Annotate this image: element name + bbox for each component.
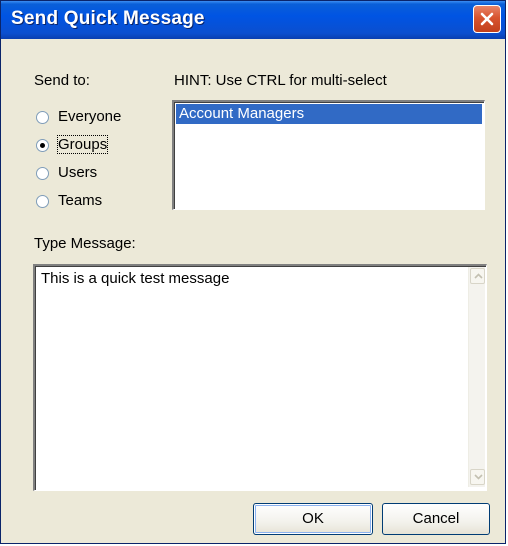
scroll-down-button[interactable] [470, 469, 485, 485]
hint-label: HINT: Use CTRL for multi-select [174, 72, 387, 89]
title-bar[interactable]: Send Quick Message [1, 1, 505, 39]
cancel-button[interactable]: Cancel [382, 503, 490, 535]
radio-label-users[interactable]: Users [58, 164, 97, 181]
radio-label-teams[interactable]: Teams [58, 192, 102, 209]
ok-button[interactable]: OK [253, 503, 373, 535]
recipient-listbox[interactable]: Account Managers [172, 100, 485, 210]
radio-everyone[interactable] [36, 111, 49, 124]
radio-selected-dot [40, 143, 45, 148]
radio-label-groups[interactable]: Groups [56, 135, 109, 154]
radio-users[interactable] [36, 167, 49, 180]
message-textarea[interactable]: This is a quick test message [33, 264, 487, 491]
window-title: Send Quick Message [11, 8, 205, 29]
message-scrollbar[interactable] [468, 267, 485, 487]
send-quick-message-dialog: Send Quick Message Send to: HINT: Use CT… [0, 0, 506, 544]
type-message-label: Type Message: [34, 235, 136, 252]
list-item[interactable]: Account Managers [176, 104, 482, 124]
send-to-label: Send to: [34, 72, 90, 89]
radio-label-everyone[interactable]: Everyone [58, 108, 121, 125]
radio-teams[interactable] [36, 195, 49, 208]
radio-groups[interactable] [36, 139, 49, 152]
close-button[interactable] [473, 5, 501, 33]
scroll-up-button[interactable] [470, 268, 485, 284]
message-text: This is a quick test message [41, 270, 230, 287]
